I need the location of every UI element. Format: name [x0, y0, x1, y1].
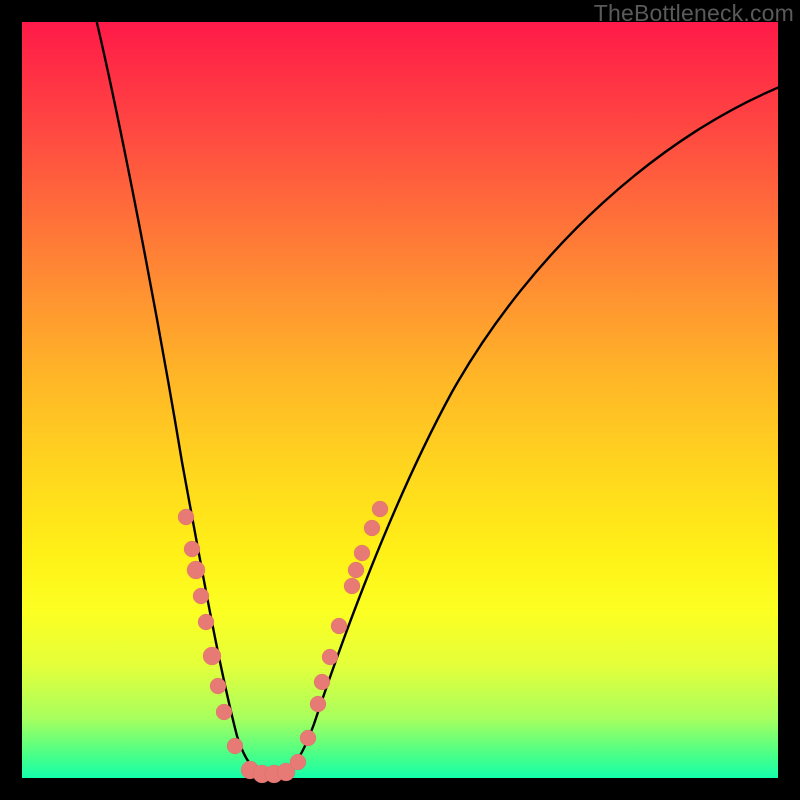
- data-point: [348, 562, 364, 578]
- data-point: [184, 541, 200, 557]
- dots-group: [178, 501, 388, 783]
- chart-svg: [22, 22, 778, 778]
- data-point: [178, 509, 194, 525]
- data-point: [203, 647, 221, 665]
- data-point: [187, 561, 205, 579]
- data-point: [364, 520, 380, 536]
- data-point: [300, 730, 316, 746]
- data-point: [198, 614, 214, 630]
- data-point: [331, 618, 347, 634]
- data-point: [290, 754, 306, 770]
- bottleneck-v-curve: [92, 2, 792, 775]
- data-point: [310, 696, 326, 712]
- data-point: [314, 674, 330, 690]
- data-point: [216, 704, 232, 720]
- watermark-text: TheBottleneck.com: [594, 0, 794, 27]
- data-point: [354, 545, 370, 561]
- chart-plot-area: [22, 22, 778, 778]
- data-point: [344, 578, 360, 594]
- data-point: [227, 738, 243, 754]
- data-point: [322, 649, 338, 665]
- data-point: [372, 501, 388, 517]
- data-point: [193, 588, 209, 604]
- data-point: [210, 678, 226, 694]
